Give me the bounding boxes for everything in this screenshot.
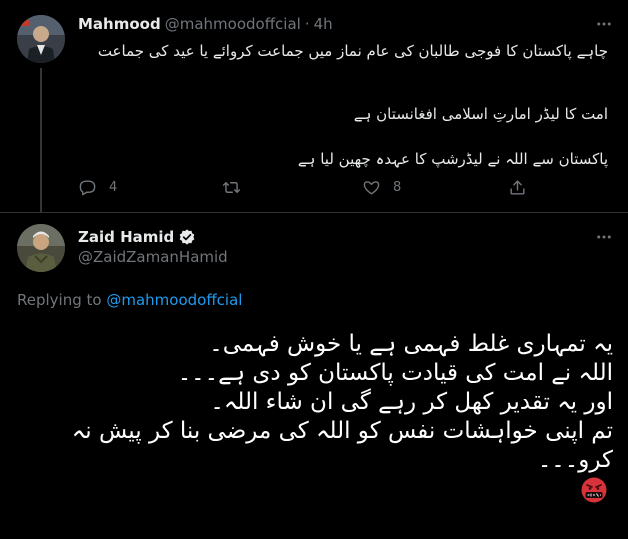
avatar-image [17,224,65,272]
parent-tweet-text-line2: امت کا لیڈر امارتِ اسلامی افغانستان ہے [353,105,608,123]
header-separator-dot: · [304,15,310,33]
replying-to-label: Replying to [17,291,102,309]
reply-author-name-row: Zaid Hamid [78,227,196,247]
reply-icon [79,179,96,195]
like-button[interactable]: 8 [362,176,401,198]
more-icon [597,235,611,239]
reply-tweet-text: یہ تمہاری غلط فہمی ہے یا خوش فہمی۔ اللہ … [17,330,613,475]
parent-tweet[interactable]: Mahmood @mahmoodoffcial · 4h چاہے پاکستا… [0,0,628,212]
retweet-icon [222,181,241,193]
parent-tweet-text-line3: پاکستان سے اللہ نے لیڈرشپ کا عہدہ چھین ل… [297,150,608,168]
parent-author-avatar[interactable] [17,15,65,63]
like-count: 8 [393,179,402,195]
avatar-image [17,15,65,63]
parent-tweet-timestamp[interactable]: 4h [314,15,333,33]
like-icon [363,180,380,195]
retweet-button[interactable] [222,176,253,198]
reply-text-line4: تم اپنی خواہشات نفس کو اللہ کی مرضی بنا … [71,418,613,444]
replying-to-mention-link[interactable]: @mahmoodoffcial [106,291,242,309]
reply-text-line3: اور یہ تقدیر کھل کر رہے گی ان شاء اللہ۔ [210,389,613,415]
reply-count: 4 [109,179,118,195]
angry-face-symbols-emoji [581,477,607,503]
reply-text-line2: اللہ نے امت کی قیادت پاکستان کو دی ہے۔۔۔ [177,360,613,386]
verified-badge-icon[interactable] [178,228,196,246]
share-icon [510,179,525,195]
replying-to-line: Replying to @mahmoodoffcial [17,291,242,309]
share-button[interactable] [508,176,527,198]
parent-author-handle[interactable]: @mahmoodoffcial [165,15,301,33]
thread-connector-line [40,68,42,212]
reply-author-name[interactable]: Zaid Hamid [78,228,174,246]
reply-author-handle[interactable]: @ZaidZamanHamid [78,248,228,266]
reply-author-avatar[interactable] [17,224,65,272]
reply-text-line1: یہ تمہاری غلط فہمی ہے یا خوش فہمی۔ [209,331,613,357]
parent-author-name[interactable]: Mahmood [78,15,161,33]
tweet-divider [0,212,628,213]
parent-tweet-text-line1: چاہے پاکستان کا فوجی طالبان کی عام نماز … [97,42,608,60]
parent-more-icon[interactable] [594,14,614,34]
reply-more-icon[interactable] [594,227,614,247]
more-icon [597,22,611,26]
parent-tweet-actions: 4 8 [78,176,538,198]
parent-tweet-header: Mahmood @mahmoodoffcial · 4h [78,14,333,34]
reply-text-line5: کرو۔۔۔ [537,447,613,473]
reply-button[interactable]: 4 [78,176,117,198]
